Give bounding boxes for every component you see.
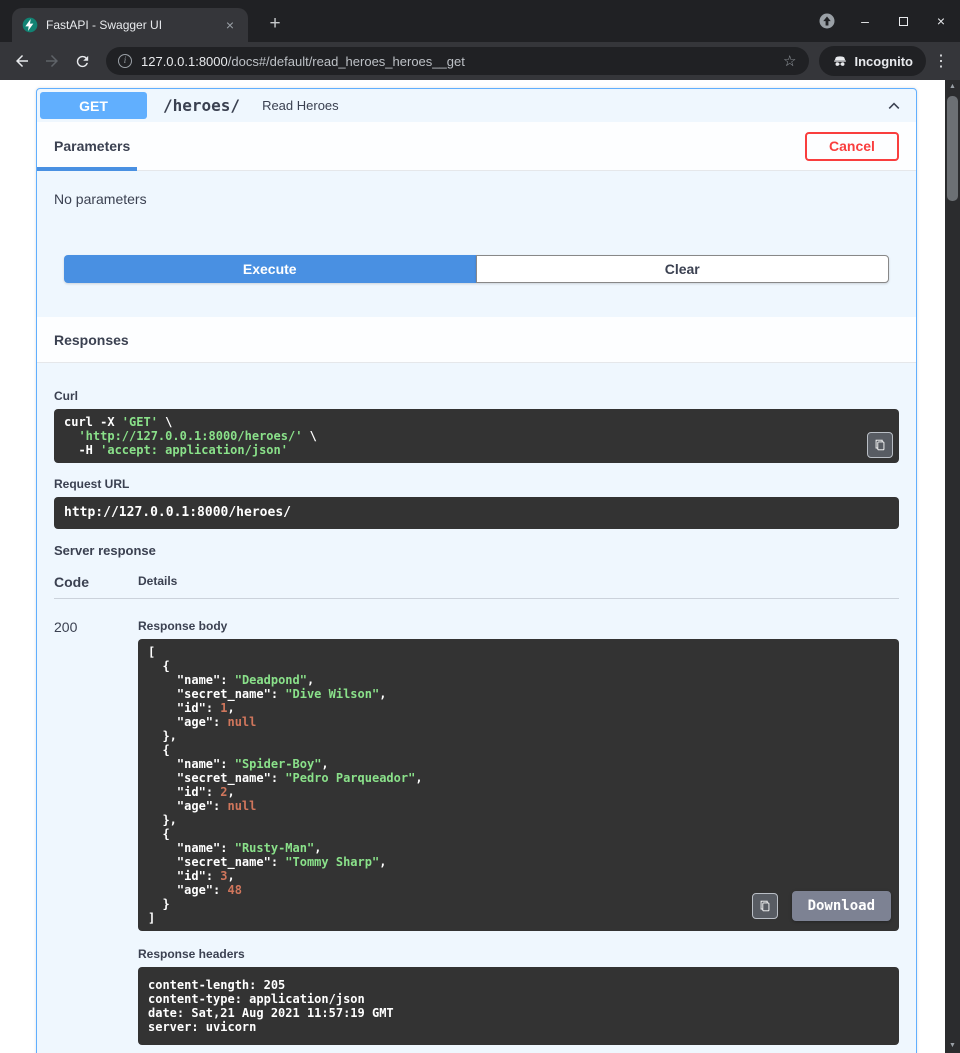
collapse-button[interactable] (884, 96, 904, 116)
endpoint-path: /heroes/ (163, 96, 240, 115)
browser-tab-bar: FastAPI - Swagger UI × + – × (0, 0, 960, 42)
url-host: 127.0.0.1:8000 (141, 54, 228, 69)
response-body-controls: Download (752, 891, 891, 921)
download-button[interactable]: Download (792, 891, 891, 921)
parameters-title: Parameters (54, 138, 130, 154)
reload-button[interactable] (68, 47, 96, 75)
status-code: 200 (54, 619, 138, 1045)
no-parameters-text: No parameters (54, 191, 899, 207)
method-badge: GET (40, 92, 147, 119)
copy-curl-button[interactable] (867, 432, 893, 458)
cancel-button[interactable]: Cancel (805, 132, 899, 161)
response-details: Response body [ { "name": "Deadpond", "s… (138, 619, 899, 1045)
response-table-header: Code Details (54, 574, 899, 599)
request-url-value: http://127.0.0.1:8000/heroes/ (64, 505, 291, 520)
maximize-icon (899, 17, 908, 26)
tab-close-icon[interactable]: × (222, 17, 238, 33)
response-body-code: [ { "name": "Deadpond", "secret_name": "… (148, 645, 889, 925)
clipboard-icon (873, 438, 887, 452)
responses-title: Responses (54, 332, 129, 348)
opblock-get-heroes: GET /heroes/ Read Heroes Parameters Canc… (36, 88, 917, 1053)
window-close-button[interactable]: × (928, 8, 954, 34)
url-text: 127.0.0.1:8000/docs#/default/read_heroes… (141, 54, 774, 69)
incognito-label: Incognito (855, 54, 914, 69)
bookmark-star-icon[interactable]: ☆ (783, 52, 796, 70)
back-button[interactable] (8, 47, 36, 75)
clear-button[interactable]: Clear (476, 255, 890, 283)
responses-header: Responses (37, 317, 916, 363)
browser-update-icon[interactable] (814, 8, 840, 34)
endpoint-summary: Read Heroes (262, 98, 339, 113)
window-controls: – × (814, 8, 954, 34)
browser-window: FastAPI - Swagger UI × + – × i (0, 0, 960, 1053)
request-url-block: http://127.0.0.1:8000/heroes/ (54, 497, 899, 529)
new-tab-button[interactable]: + (262, 11, 288, 37)
server-response-label: Server response (54, 543, 899, 558)
clipboard-icon (758, 899, 772, 913)
request-url-label: Request URL (54, 477, 899, 491)
tab-title: FastAPI - Swagger UI (46, 18, 214, 32)
curl-code: curl -X 'GET' \ 'http://127.0.0.1:8000/h… (64, 415, 889, 457)
forward-button[interactable] (38, 47, 66, 75)
incognito-badge: Incognito (819, 46, 927, 76)
copy-response-button[interactable] (752, 893, 778, 919)
site-info-icon[interactable]: i (118, 54, 132, 68)
responses-body: Curl curl -X 'GET' \ 'http://127.0.0.1:8… (37, 363, 916, 1053)
incognito-spy-icon (832, 53, 848, 69)
curl-label: Curl (54, 389, 899, 403)
response-body-label: Response body (138, 619, 899, 633)
response-body-block: [ { "name": "Deadpond", "secret_name": "… (138, 639, 899, 931)
browser-tab[interactable]: FastAPI - Swagger UI × (12, 8, 248, 42)
fastapi-favicon (22, 17, 38, 33)
opblock-summary[interactable]: GET /heroes/ Read Heroes (37, 89, 916, 122)
swagger-page: GET /heroes/ Read Heroes Parameters Canc… (0, 80, 945, 1053)
address-bar[interactable]: i 127.0.0.1:8000/docs#/default/read_hero… (106, 47, 809, 75)
browser-toolbar: i 127.0.0.1:8000/docs#/default/read_hero… (0, 42, 960, 80)
curl-block: curl -X 'GET' \ 'http://127.0.0.1:8000/h… (54, 409, 899, 463)
code-column-header: Code (54, 574, 138, 590)
response-headers-code: content-length: 205content-type: applica… (138, 967, 899, 1045)
details-column-header: Details (138, 574, 177, 590)
response-row: 200 Response body [ { "name": "Deadpond"… (54, 619, 899, 1045)
url-path: /docs#/default/read_heroes_heroes__get (228, 54, 465, 69)
execute-wrapper: Execute Clear (64, 255, 889, 283)
minimize-button[interactable]: – (852, 8, 878, 34)
scrollbar-down-arrow[interactable]: ▼ (945, 1039, 960, 1053)
parameters-body: No parameters Execute Clear (37, 171, 916, 317)
page-scrollbar[interactable]: ▲ ▼ (945, 80, 960, 1053)
maximize-button[interactable] (890, 8, 916, 34)
active-tab-underline (37, 167, 137, 171)
browser-menu-icon[interactable]: ⋮ (930, 51, 952, 71)
parameters-header: Parameters Cancel (37, 122, 916, 171)
scrollbar-up-arrow[interactable]: ▲ (945, 80, 960, 94)
response-headers-label: Response headers (138, 947, 899, 961)
execute-button[interactable]: Execute (64, 255, 476, 283)
scrollbar-thumb[interactable] (947, 96, 958, 201)
